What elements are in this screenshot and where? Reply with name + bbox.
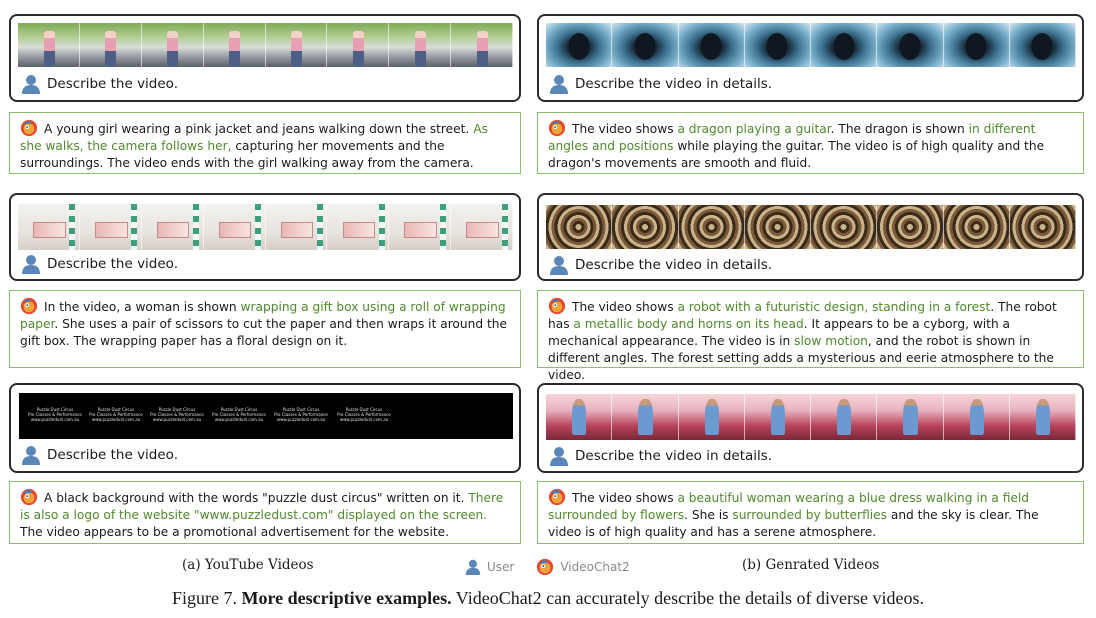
answer-segment: A black background with the words "puzzl… xyxy=(44,491,469,505)
answer-segment: A young girl wearing a pink jacket and j… xyxy=(44,122,474,136)
videochat2-bot-icon xyxy=(537,558,554,576)
prompt-text: Describe the video. xyxy=(47,76,178,92)
answer-highlight: surrounded by butterflies xyxy=(732,508,887,522)
user-icon xyxy=(465,559,481,575)
user-icon xyxy=(550,447,568,466)
videochat2-bot-icon xyxy=(20,488,38,506)
answer-box-generated-3: The video shows a beautiful woman wearin… xyxy=(537,481,1084,544)
prompt-line: Describe the video in details. xyxy=(549,74,772,94)
prompt-text: Describe the video. xyxy=(47,256,178,272)
prompt-text: Describe the video. xyxy=(47,447,178,463)
figure-label: Figure 7. xyxy=(171,588,237,608)
user-icon xyxy=(550,75,568,94)
answer-segment: The video shows xyxy=(572,122,678,136)
answer-highlight: a dragon playing a guitar xyxy=(677,122,831,136)
video-frames-generated-2 xyxy=(546,205,1076,249)
answer-text: The video shows a dragon playing a guita… xyxy=(548,119,1075,172)
prompt-line: Describe the video in details. xyxy=(549,446,772,466)
prompt-text: Describe the video in details. xyxy=(575,448,773,464)
answer-text: In the video, a woman is shown wrapping … xyxy=(20,297,512,350)
prompt-line: Describe the video. xyxy=(21,445,178,465)
answer-highlight: a robot with a futuristic design, standi… xyxy=(677,300,991,314)
answer-text: A black background with the words "puzzl… xyxy=(20,488,512,541)
answer-segment: . The dragon is shown xyxy=(830,122,969,136)
prompt-box-generated-2: Describe the video in details. xyxy=(537,193,1084,281)
prompt-line: Describe the video. xyxy=(21,74,178,94)
user-icon xyxy=(550,256,568,275)
prompt-text: Describe the video in details. xyxy=(575,76,773,92)
subcaption-youtube: (a) YouTube Videos xyxy=(182,557,314,573)
answer-box-generated-2: The video shows a robot with a futuristi… xyxy=(537,290,1084,382)
figure-caption: Figure 7. More descriptive examples. Vid… xyxy=(0,588,1096,609)
answer-segment: . She is xyxy=(684,508,733,522)
user-icon xyxy=(22,75,40,94)
prompt-line: Describe the video. xyxy=(21,254,178,274)
prompt-box-youtube-1: Describe the video. xyxy=(9,14,521,102)
prompt-text: Describe the video in details. xyxy=(575,257,773,273)
answer-text: The video shows a robot with a futuristi… xyxy=(548,297,1075,384)
legend-user-label: User xyxy=(487,560,515,574)
prompt-box-generated-1: Describe the video in details. xyxy=(537,14,1084,102)
figure-caption-bold: More descriptive examples. xyxy=(241,588,452,608)
answer-highlight: slow motion xyxy=(794,334,868,348)
videochat2-bot-icon xyxy=(548,297,566,315)
answer-highlight: a metallic body and horns on its head xyxy=(573,317,804,331)
videochat2-bot-icon xyxy=(548,119,566,137)
answer-text: A young girl wearing a pink jacket and j… xyxy=(20,119,512,172)
videochat2-bot-icon xyxy=(20,119,38,137)
prompt-box-youtube-2: Describe the video. xyxy=(9,193,521,281)
answer-box-generated-1: The video shows a dragon playing a guita… xyxy=(537,112,1084,174)
subcaption-generated: (b) Genrated Videos xyxy=(742,557,880,573)
prompt-box-generated-3: Describe the video in details. xyxy=(537,383,1084,473)
answer-box-youtube-1: A young girl wearing a pink jacket and j… xyxy=(9,112,521,174)
video-frames-youtube-2 xyxy=(18,204,513,250)
user-icon xyxy=(22,446,40,465)
prompt-box-youtube-3: Puzzle Dust Circus Pro Classes & Performa… xyxy=(9,383,521,473)
answer-segment: In the video, a woman is shown xyxy=(44,300,241,314)
user-icon xyxy=(22,255,40,274)
video-frames-youtube-1 xyxy=(18,23,513,67)
answer-segment: The video appears to be a promotional ad… xyxy=(20,525,450,539)
video-frames-youtube-3: Puzzle Dust Circus Pro Classes & Performa… xyxy=(19,393,513,439)
legend: User VideoChat2 xyxy=(465,558,630,576)
answer-segment: The video shows xyxy=(572,491,678,505)
videochat2-bot-icon xyxy=(548,488,566,506)
answer-text: The video shows a beautiful woman wearin… xyxy=(548,488,1075,541)
videochat2-bot-icon xyxy=(20,297,38,315)
video-frames-generated-1 xyxy=(546,23,1076,67)
answer-segment: The video shows xyxy=(572,300,678,314)
prompt-line: Describe the video in details. xyxy=(549,255,772,275)
answer-segment: . She uses a pair of scissors to cut the… xyxy=(20,317,507,348)
video-frames-generated-3 xyxy=(546,394,1076,440)
answer-box-youtube-2: In the video, a woman is shown wrapping … xyxy=(9,290,521,368)
answer-box-youtube-3: A black background with the words "puzzl… xyxy=(9,481,521,544)
legend-bot-label: VideoChat2 xyxy=(560,560,630,574)
figure-caption-rest: VideoChat2 can accurately describe the d… xyxy=(455,588,925,608)
